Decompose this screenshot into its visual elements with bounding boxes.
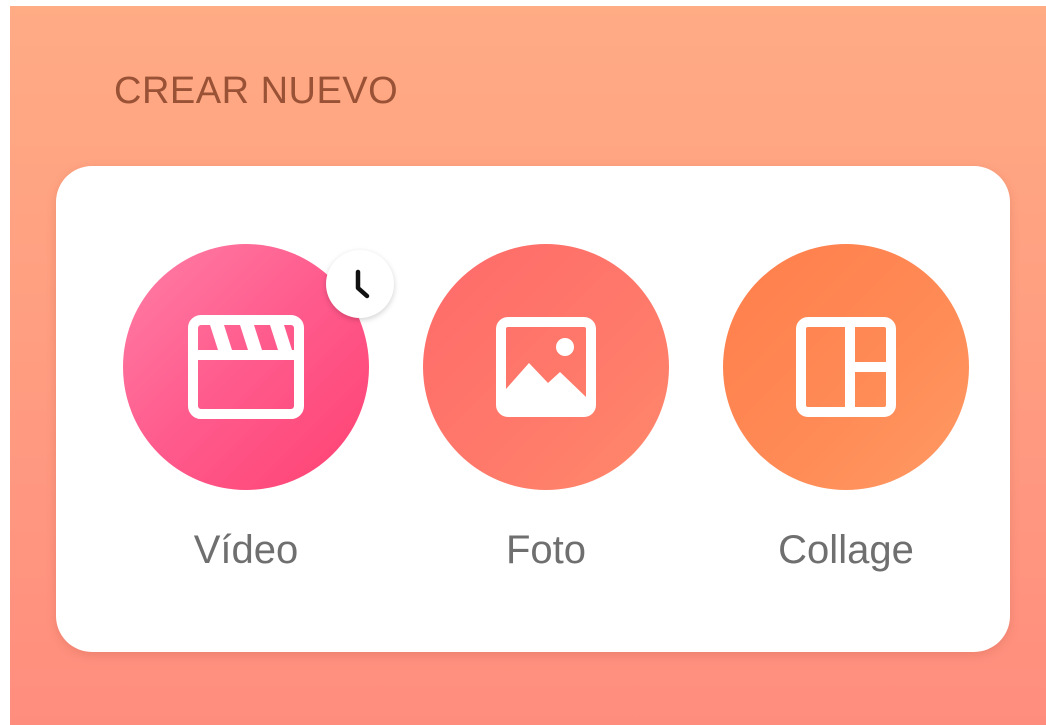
- create-photo-button[interactable]: Foto: [396, 166, 696, 652]
- photo-label: Foto: [505, 528, 587, 572]
- create-collage-button[interactable]: Collage: [696, 166, 996, 652]
- video-label: Vídeo: [193, 528, 299, 572]
- collage-layout-icon: [796, 317, 896, 417]
- photo-circle[interactable]: [423, 244, 669, 490]
- collage-circle[interactable]: [723, 244, 969, 490]
- clock-badge: [326, 250, 394, 318]
- clock-icon: [355, 269, 370, 299]
- section-title: CREAR NUEVO: [114, 70, 399, 112]
- create-video-button[interactable]: Vídeo: [96, 166, 396, 652]
- collage-label: Collage: [778, 528, 914, 572]
- image-icon: [496, 317, 596, 417]
- create-new-screen: CREAR NUEVO Vídeo Foto Collage: [10, 6, 1046, 725]
- create-options-card: Vídeo Foto Collage: [56, 166, 1010, 652]
- clapperboard-icon: [188, 315, 304, 419]
